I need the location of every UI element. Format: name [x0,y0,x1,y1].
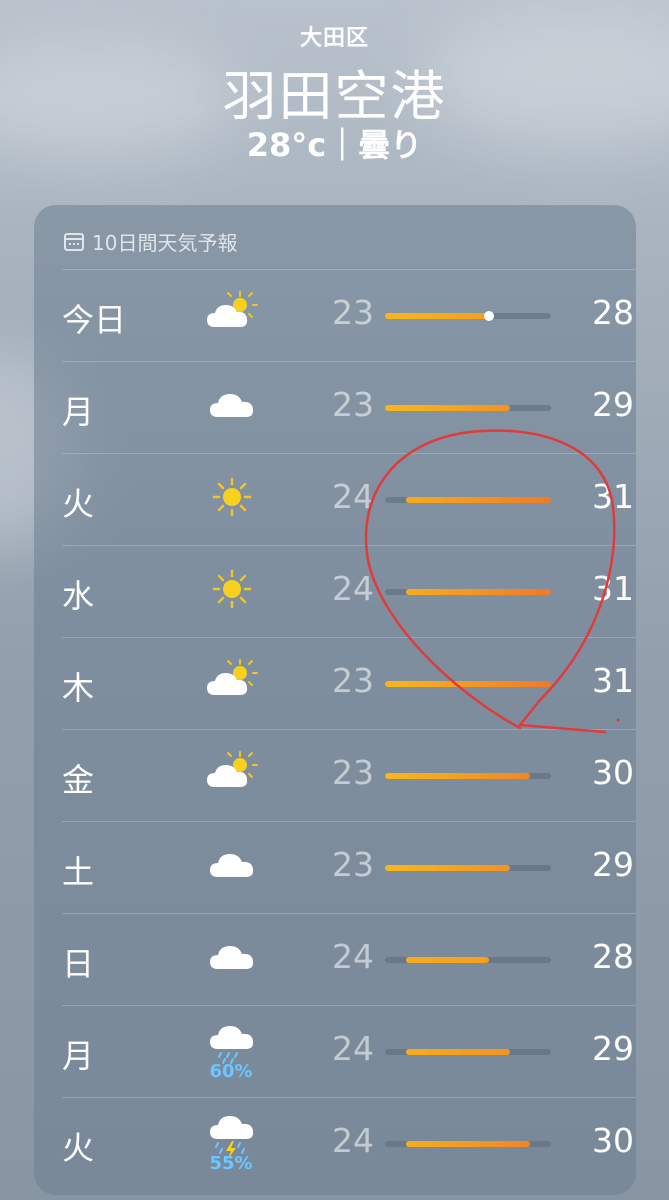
day-label: 火 [62,1129,95,1167]
temp-range-bar [385,865,510,871]
forecast-row[interactable]: 月 23 29 [62,361,636,453]
forecast-row[interactable]: 金 23 30 [62,729,636,821]
forecast-header: 10日間天気予報 [64,227,237,256]
low-temp: 24 [332,937,374,976]
row-divider [62,545,636,546]
forecast-title: 10日間天気予報 [92,231,238,255]
low-temp: 24 [332,1121,374,1160]
day-label: 月 [62,1037,95,1075]
high-temp: 29 [592,1029,634,1068]
temp-range-track [385,1049,551,1055]
forecast-row[interactable]: 土 23 29 [62,821,636,913]
high-temp: 28 [592,293,634,332]
low-temp: 23 [332,385,374,424]
day-label: 日 [62,945,95,983]
cloud-icon [202,375,262,435]
day-label: 水 [62,577,95,615]
temp-range-bar [385,681,551,687]
calendar-icon [64,232,84,251]
row-divider [62,1097,636,1098]
high-temp: 29 [592,385,634,424]
low-temp: 23 [332,293,374,332]
temp-range-track [385,1141,551,1147]
high-temp: 28 [592,937,634,976]
temp-range-track [385,681,551,687]
high-temp: 31 [592,661,634,700]
day-label: 今日 [62,301,127,339]
temp-range-bar [405,497,551,503]
cloud-icon [202,927,262,987]
temp-range-track [385,589,551,595]
row-divider [62,729,636,730]
low-temp: 24 [332,569,374,608]
low-temp: 24 [332,1029,374,1068]
temp-range-bar [405,1141,531,1147]
low-temp: 24 [332,477,374,516]
partly-sunny-icon [202,651,262,711]
high-temp: 29 [592,845,634,884]
day-label: 木 [62,669,95,707]
low-temp: 23 [332,753,374,792]
precip-chance: 60% [209,1061,253,1082]
ten-day-forecast-panel[interactable]: 10日間天気予報 今日 23 28 月 23 29 火 24 31 水 24 31 木 23 31 金 23 30… [34,205,636,1195]
day-label: 火 [62,485,95,523]
forecast-row[interactable]: 木 23 31 [62,637,636,729]
temp-range-bar [385,313,489,319]
temp-range-bar [385,405,510,411]
row-divider [62,1005,636,1006]
row-divider [62,453,636,454]
sun-icon [202,559,262,619]
forecast-row[interactable]: 水 24 31 [62,545,636,637]
day-label: 月 [62,393,95,431]
current-conditions: 28°c｜曇り [246,126,423,164]
row-divider [62,361,636,362]
temp-range-bar [405,957,489,963]
high-temp: 31 [592,569,634,608]
current-temp-dot [483,311,494,321]
temp-range-bar [405,1049,510,1055]
temp-range-track [385,773,551,779]
row-divider [62,637,636,638]
forecast-row[interactable]: 火 55% 24 30 [62,1097,636,1189]
day-label: 金 [62,761,95,799]
low-temp: 23 [332,661,374,700]
sun-icon [202,467,262,527]
temp-range-bar [385,773,531,779]
row-divider [62,821,636,822]
day-label: 土 [62,853,95,891]
high-temp: 30 [592,753,634,792]
high-temp: 31 [592,477,634,516]
temp-range-track [385,405,551,411]
forecast-row[interactable]: 今日 23 28 [62,269,636,361]
precip-chance: 55% [209,1153,253,1174]
forecast-row[interactable]: 月 60% 24 29 [62,1005,636,1097]
row-divider [62,913,636,914]
district-label: 大田区 [299,26,369,51]
low-temp: 23 [332,845,374,884]
temp-range-track [385,497,551,503]
forecast-row[interactable]: 日 24 28 [62,913,636,1005]
high-temp: 30 [592,1121,634,1160]
temp-range-track [385,311,551,321]
temp-range-bar [405,589,551,595]
partly-sunny-icon [202,283,262,343]
temp-range-track [385,865,551,871]
temp-range-track [385,957,551,963]
forecast-row[interactable]: 火 24 31 [62,453,636,545]
partly-sunny-icon [202,743,262,803]
row-divider [62,269,636,270]
cloud-icon [202,835,262,895]
